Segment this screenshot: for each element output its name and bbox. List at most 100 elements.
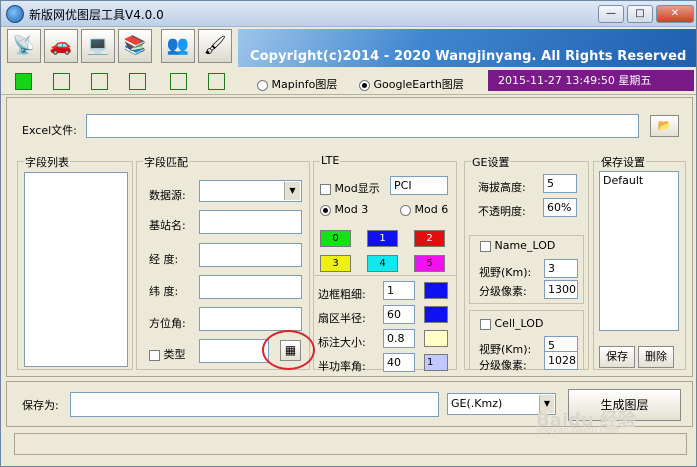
status-lamp-4 — [129, 73, 146, 90]
field-list-box[interactable] — [24, 172, 128, 367]
name-lod-checkbox[interactable] — [480, 240, 491, 252]
close-button[interactable]: ✕ — [656, 5, 694, 23]
mod6-label: Mod 6 — [414, 203, 449, 216]
cell-lod-checkbox[interactable] — [480, 318, 491, 330]
label-size-label: 标注大小: — [318, 336, 366, 349]
longitude-input[interactable] — [199, 243, 302, 267]
longitude-label: 经 度: — [149, 253, 179, 266]
delete-settings-button[interactable]: 删除 — [638, 346, 674, 368]
border-color-swatch[interactable] — [424, 282, 448, 299]
mod-show-label: Mod显示 — [334, 182, 380, 195]
status-lamp-1 — [15, 73, 32, 90]
lte-title: LTE — [320, 154, 341, 167]
mod-show-checkbox[interactable] — [320, 183, 331, 195]
datasource-label: 数据源: — [149, 189, 186, 202]
datetime-display: 2015-11-27 13:49:50 星期五 — [488, 70, 694, 91]
mod-color-swatch-5[interactable]: 5 — [414, 255, 445, 272]
radio-circle[interactable] — [257, 79, 268, 91]
half-power-label: 半功率角: — [318, 360, 366, 373]
brush-icon[interactable]: 🖌 — [198, 29, 232, 63]
latitude-label: 纬 度: — [149, 285, 179, 298]
mod3-radio-circle[interactable] — [320, 204, 331, 216]
name-view-label: 视野(Km): — [479, 266, 532, 279]
half-power-input[interactable]: 40 — [383, 353, 415, 372]
name-view-input[interactable]: 3 — [544, 259, 578, 278]
mapinfo-radio[interactable]: Mapinfo图层 — [257, 76, 337, 92]
azimuth-input[interactable] — [199, 307, 302, 331]
title-bar: 新版网优图层工具V4.0.0 — □ ✕ — [1, 1, 696, 27]
lte-group: LTE Mod显示 PCI Mod 3 Mod 6 012345 边框粗细: 1… — [313, 154, 457, 373]
altitude-label: 海拔高度: — [478, 181, 526, 194]
border-width-input[interactable]: 1 — [383, 281, 415, 300]
minimize-button[interactable]: — — [598, 5, 624, 23]
save-settings-button[interactable]: 保存 — [599, 346, 635, 368]
settings-list[interactable]: Default — [599, 171, 679, 331]
border-width-label: 边框粗细: — [318, 288, 366, 301]
settings-list-item[interactable]: Default — [603, 172, 678, 190]
books-icon[interactable]: 📚 — [118, 29, 152, 63]
label-size-input[interactable]: 0.8 — [383, 329, 415, 348]
opacity-label: 不透明度: — [478, 205, 526, 218]
ge-settings-group: GE设置 海拔高度: 5 不透明度: 60% Name_LOD 视野(Km): … — [464, 154, 589, 372]
mod-color-swatch-0[interactable]: 0 — [320, 230, 351, 247]
cell-lod-row[interactable]: Cell_LOD — [480, 317, 543, 330]
banner-text: Copyright(c)2014 - 2020 Wangjinyang. All… — [250, 49, 687, 64]
opacity-input[interactable]: 60% — [543, 198, 577, 217]
format-value: GE(.Kmz) — [451, 397, 503, 410]
name-lod-row[interactable]: Name_LOD — [480, 239, 555, 252]
mod-color-swatch-3[interactable]: 3 — [320, 255, 351, 272]
open-folder-button[interactable]: 📂 — [650, 115, 679, 137]
type-checkbox[interactable] — [149, 349, 160, 361]
save-settings-title: 保存设置 — [600, 154, 646, 170]
chevron-down-icon[interactable]: ▼ — [284, 182, 300, 200]
car-signal-icon[interactable]: 🚗 — [44, 29, 78, 63]
users-icon[interactable]: 👥 — [161, 29, 195, 63]
azimuth-label: 方位角: — [149, 317, 186, 330]
sector-color-swatch[interactable] — [424, 306, 448, 323]
divider — [314, 275, 456, 276]
latitude-input[interactable] — [199, 275, 302, 299]
half-power-swatch[interactable]: 1 — [424, 354, 448, 371]
app-window: 新版网优图层工具V4.0.0 — □ ✕ 📡 🚗 💻 📚 👥 🖌 Copyrig… — [0, 0, 697, 467]
status-lamp-5 — [170, 73, 187, 90]
type-input[interactable] — [199, 339, 269, 363]
cell-lod-group: Cell_LOD 视野(Km): 5 分级像素: 1028 — [469, 310, 584, 372]
datasource-select[interactable]: ▼ — [199, 180, 302, 202]
type-label: 类型 — [163, 348, 186, 361]
googleearth-radio[interactable]: GoogleEarth图层 — [359, 76, 464, 92]
field-list-group: 字段列表 — [17, 154, 133, 370]
mod-color-swatch-4[interactable]: 4 — [367, 255, 398, 272]
save-path-input[interactable] — [70, 392, 439, 417]
altitude-input[interactable]: 5 — [543, 174, 577, 193]
ge-title: GE设置 — [471, 154, 511, 170]
label-color-swatch[interactable] — [424, 330, 448, 347]
mapinfo-label: Mapinfo图层 — [271, 78, 338, 91]
laptop-icon[interactable]: 💻 — [81, 29, 115, 63]
sector-radius-input[interactable]: 60 — [383, 305, 415, 324]
main-panel: Excel文件: 📂 字段列表 字段匹配 数据源: ▼ 基站名: 经 度: 纬 … — [6, 97, 693, 377]
type-checkbox-row[interactable]: 类型 — [149, 346, 186, 362]
copyright-banner: Copyright(c)2014 - 2020 Wangjinyang. All… — [238, 29, 696, 67]
radio-circle-selected[interactable] — [359, 79, 370, 91]
excel-path-input[interactable] — [86, 114, 639, 138]
mod3-radio[interactable]: Mod 3 — [320, 203, 368, 216]
mod-color-swatch-2[interactable]: 2 — [414, 230, 445, 247]
mod-show-row[interactable]: Mod显示 — [320, 180, 380, 196]
status-lamp-3 — [91, 73, 108, 90]
folder-icon: 📂 — [657, 119, 672, 132]
maximize-button[interactable]: □ — [627, 5, 653, 23]
antenna-icon[interactable]: 📡 — [7, 29, 41, 63]
status-lamp-2 — [53, 73, 70, 90]
pci-input[interactable]: PCI — [390, 176, 448, 195]
name-pixel-input[interactable]: 1300 — [544, 280, 578, 299]
mod6-radio-circle[interactable] — [400, 204, 411, 216]
mod3-label: Mod 3 — [334, 203, 369, 216]
cell-pixel-input[interactable]: 1028 — [544, 351, 578, 370]
window-title: 新版网优图层工具V4.0.0 — [29, 8, 164, 22]
excel-label: Excel文件: — [22, 124, 77, 137]
mod6-radio[interactable]: Mod 6 — [400, 203, 448, 216]
app-globe-icon — [6, 5, 24, 23]
mod-color-swatch-1[interactable]: 1 — [367, 230, 398, 247]
bsname-input[interactable] — [199, 210, 302, 234]
status-lamp-6 — [208, 73, 225, 90]
